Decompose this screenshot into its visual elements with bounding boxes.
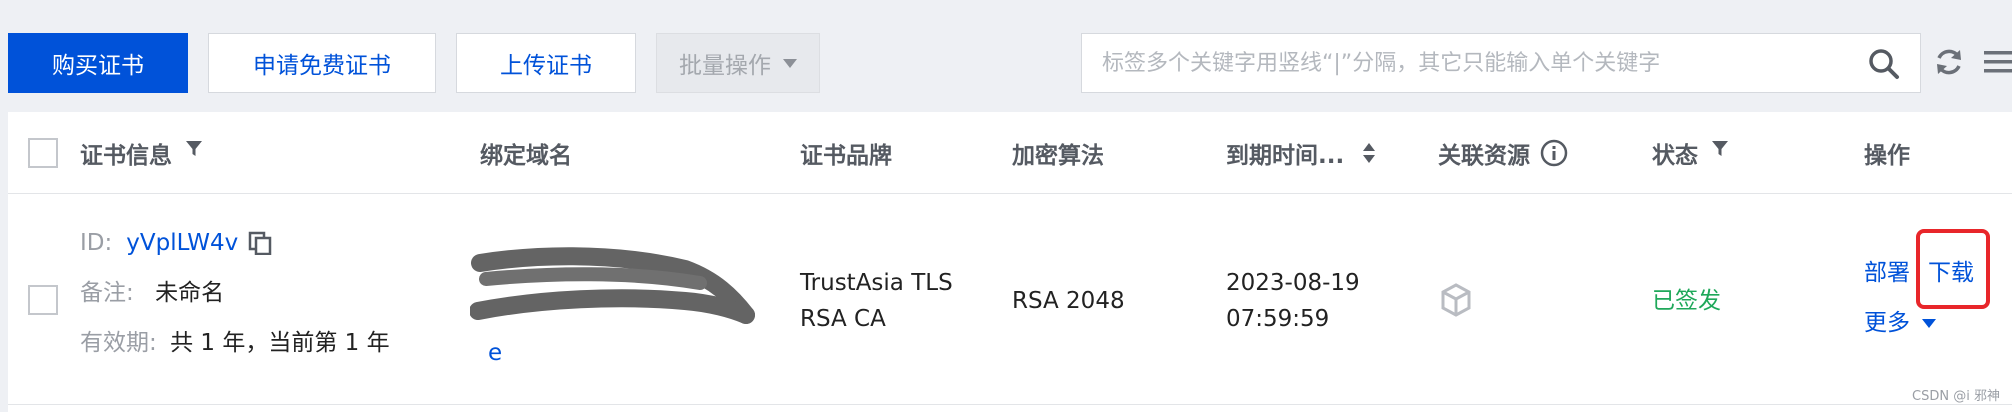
more-actions-label: 更多 xyxy=(1864,310,1910,336)
status-badge: 已签发 xyxy=(1652,288,1721,314)
info-icon[interactable] xyxy=(1540,139,1568,167)
domain-cell: e xyxy=(469,235,790,395)
table-row: ID: yVplLW4v 备注: 未命名 有效期: 共 1 年，当前第 1 年 … xyxy=(8,195,2012,405)
column-brand: 证书品牌 xyxy=(800,112,892,194)
column-resources: 关联资源 xyxy=(1438,112,1568,194)
column-cert-info: 证书信息 xyxy=(80,112,204,194)
column-actions-label: 操作 xyxy=(1864,143,1910,169)
toolbar: 购买证书 申请免费证书 上传证书 批量操作 xyxy=(0,0,2012,112)
chevron-down-icon xyxy=(783,58,797,68)
expiry-cell: 2023-08-19 07:59:59 xyxy=(1226,265,1360,337)
apply-free-certificate-label: 申请免费证书 xyxy=(253,53,391,79)
expiry-date: 2023-08-19 xyxy=(1226,270,1360,296)
download-highlight-box xyxy=(1916,229,1990,309)
batch-operation-dropdown[interactable]: 批量操作 xyxy=(656,33,820,93)
redaction-scribble xyxy=(469,247,755,324)
cert-validity-value: 共 1 年，当前第 1 年 xyxy=(170,330,390,356)
column-brand-label: 证书品牌 xyxy=(800,143,892,169)
column-cert-info-label: 证书信息 xyxy=(80,143,172,169)
sort-icon[interactable] xyxy=(1362,142,1376,164)
brand-line-1: TrustAsia TLS xyxy=(800,270,953,296)
cert-id-line: ID: yVplLW4v xyxy=(80,225,272,261)
cert-id-label: ID: xyxy=(80,230,113,256)
column-algorithm: 加密算法 xyxy=(1012,112,1104,194)
watermark: CSDN @i 邪神 xyxy=(1912,389,2000,404)
column-resources-label: 关联资源 xyxy=(1438,143,1530,169)
select-all-checkbox[interactable] xyxy=(28,138,58,168)
cert-note-label: 备注: xyxy=(80,280,134,306)
column-domain-label: 绑定域名 xyxy=(480,143,572,169)
column-expiry[interactable]: 到期时间... xyxy=(1226,112,1376,194)
buy-certificate-label: 购买证书 xyxy=(52,53,144,79)
column-status-label: 状态 xyxy=(1652,143,1698,169)
algorithm-value: RSA 2048 xyxy=(1012,288,1125,314)
certificate-table: 证书信息 绑定域名 证书品牌 加密算法 到期时间... 关联资源 状态 操作 I… xyxy=(8,112,2012,412)
list-icon[interactable] xyxy=(1982,46,2012,78)
column-status: 状态 xyxy=(1652,112,1730,194)
column-expiry-label: 到期时间... xyxy=(1226,143,1345,169)
filter-icon[interactable] xyxy=(184,139,204,159)
cert-id-link[interactable]: yVplLW4v xyxy=(126,225,238,261)
filter-icon[interactable] xyxy=(1710,139,1730,159)
more-actions-dropdown[interactable]: 更多 xyxy=(1864,305,1936,341)
table-header: 证书信息 绑定域名 证书品牌 加密算法 到期时间... 关联资源 状态 操作 xyxy=(8,112,2012,194)
deploy-link[interactable]: 部署 xyxy=(1864,255,1910,291)
cube-icon[interactable] xyxy=(1440,283,1472,317)
expiry-time: 07:59:59 xyxy=(1226,306,1330,332)
upload-certificate-label: 上传证书 xyxy=(500,53,592,79)
apply-free-certificate-button[interactable]: 申请免费证书 xyxy=(208,33,436,93)
cert-validity-label: 有效期: xyxy=(80,330,157,356)
cert-note-value: 未命名 xyxy=(155,280,225,306)
brand-cell: TrustAsia TLS RSA CA xyxy=(800,265,953,337)
domain-link[interactable]: e xyxy=(488,335,502,371)
chevron-down-icon xyxy=(1922,318,1936,328)
refresh-icon[interactable] xyxy=(1933,46,1965,78)
row-checkbox[interactable] xyxy=(28,285,58,315)
column-domain: 绑定域名 xyxy=(480,112,572,194)
search-input[interactable] xyxy=(1082,34,1842,92)
search-box xyxy=(1081,33,1921,93)
batch-operation-label: 批量操作 xyxy=(679,53,771,79)
search-icon[interactable] xyxy=(1868,48,1900,80)
cert-validity-line: 有效期: 共 1 年，当前第 1 年 xyxy=(80,325,390,361)
cert-note-line: 备注: 未命名 xyxy=(80,275,224,311)
copy-icon[interactable] xyxy=(248,231,272,255)
brand-line-2: RSA CA xyxy=(800,306,886,332)
column-algorithm-label: 加密算法 xyxy=(1012,143,1104,169)
buy-certificate-button[interactable]: 购买证书 xyxy=(8,33,188,93)
column-actions: 操作 xyxy=(1864,112,1910,194)
upload-certificate-button[interactable]: 上传证书 xyxy=(456,33,636,93)
